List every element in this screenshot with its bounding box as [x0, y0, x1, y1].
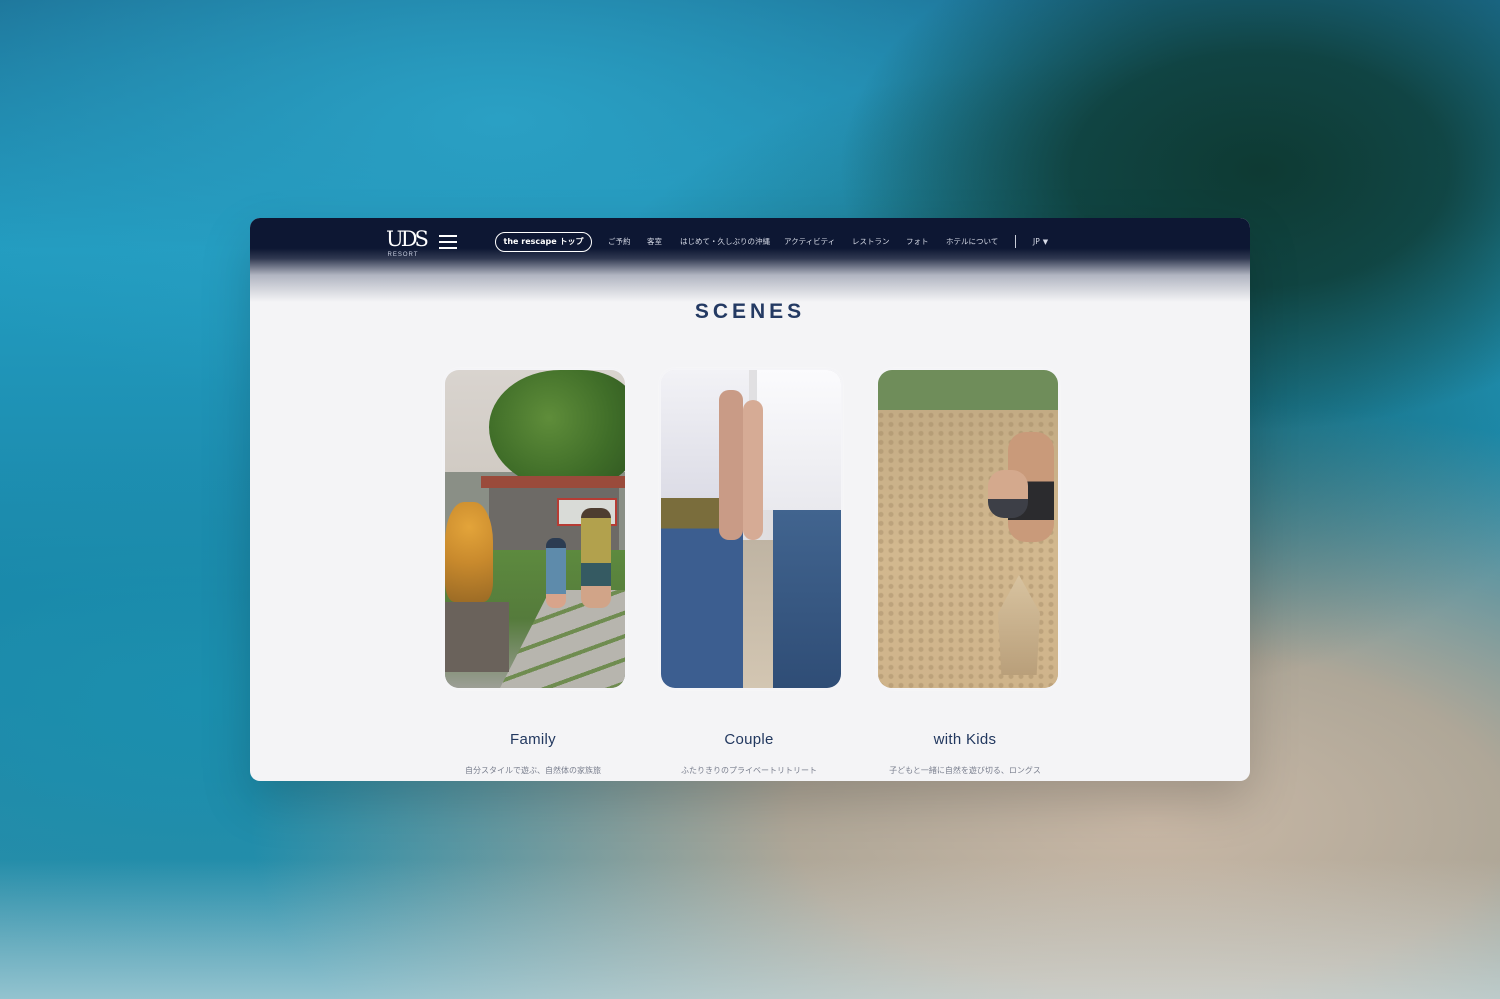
- language-selector[interactable]: JP ▼: [1033, 236, 1048, 248]
- scene-card-with-kids-label[interactable]: with Kids: [875, 731, 1055, 748]
- global-nav: UDS RESORT the rescape トップ ご予約 客室 はじめて・久…: [250, 218, 1250, 266]
- site-logo[interactable]: UDS RESORT: [386, 227, 429, 259]
- language-label: JP: [1033, 237, 1040, 246]
- scene-card-couple-description: ふたりきりのプライベートリトリート: [681, 766, 817, 775]
- browser-window: UDS RESORT the rescape トップ ご予約 客室 はじめて・久…: [250, 218, 1250, 781]
- caret-down-icon: ▼: [1042, 238, 1049, 246]
- nav-item-about-hotel[interactable]: ホテルについて: [946, 236, 998, 248]
- scene-card-couple-label[interactable]: Couple: [659, 731, 839, 748]
- logo-subtext: RESORT: [387, 252, 419, 258]
- scene-card-with-kids-description: 子どもと一緒に自然を遊び切る、ロングス: [889, 766, 1041, 775]
- nav-item-rooms[interactable]: 客室: [647, 236, 662, 248]
- rescape-top-button[interactable]: the rescape トップ: [495, 232, 592, 252]
- nav-item-activities[interactable]: アクティビティ: [784, 236, 835, 248]
- nav-item-photo[interactable]: フォト: [906, 236, 929, 248]
- scene-card-family-image[interactable]: [445, 370, 625, 688]
- logo-mark: UDS: [386, 227, 429, 251]
- nav-divider: [1015, 235, 1016, 248]
- nav-item-reservation[interactable]: ご予約: [608, 236, 631, 248]
- scene-card-with-kids-image[interactable]: [878, 370, 1058, 688]
- scene-card-family-description: 自分スタイルで遊ぶ、自然体の家族旅: [465, 766, 601, 775]
- scene-card-couple-image[interactable]: [661, 370, 841, 688]
- nav-item-restaurant[interactable]: レストラン: [852, 236, 890, 248]
- section-title: SCENES: [694, 300, 806, 323]
- nav-item-first-time-okinawa[interactable]: はじめて・久しぶりの沖縄: [680, 236, 770, 248]
- hamburger-menu-icon[interactable]: [439, 235, 457, 249]
- scene-card-family-label[interactable]: Family: [443, 731, 623, 748]
